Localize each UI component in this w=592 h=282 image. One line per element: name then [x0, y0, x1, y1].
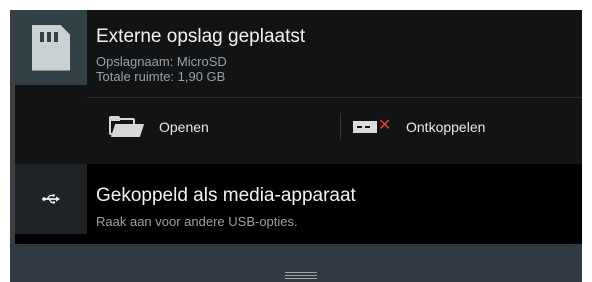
drag-handle[interactable] [285, 272, 317, 279]
storage-total-space: Totale ruimte: 1,90 GB [96, 69, 226, 84]
open-label: Openen [159, 119, 209, 135]
usb-notification[interactable]: Gekoppeld als media-apparaat Raak aan vo… [15, 164, 582, 244]
storage-icon-container [15, 10, 87, 85]
storage-name: Opslagnaam: MicroSD [96, 54, 227, 69]
usb-title: Gekoppeld als media-apparaat [96, 185, 356, 206]
folder-icon [107, 116, 145, 138]
unmount-icon: ✕ [353, 117, 395, 134]
actions-divider [87, 97, 582, 98]
action-separator [340, 113, 341, 139]
sd-card-icon [32, 24, 70, 71]
unmount-label: Ontkoppelen [406, 119, 486, 135]
unmount-button[interactable]: ✕ Ontkoppelen [353, 110, 485, 144]
storage-notification[interactable]: Externe opslag geplaatst Opslagnaam: Mic… [15, 10, 582, 164]
notification-panel: Externe opslag geplaatst Opslagnaam: Mic… [10, 10, 582, 282]
usb-icon [15, 164, 87, 234]
usb-subtitle: Raak aan voor andere USB-opties. [96, 214, 298, 229]
open-button[interactable]: Openen [107, 110, 209, 144]
storage-title: Externe opslag geplaatst [96, 26, 306, 47]
